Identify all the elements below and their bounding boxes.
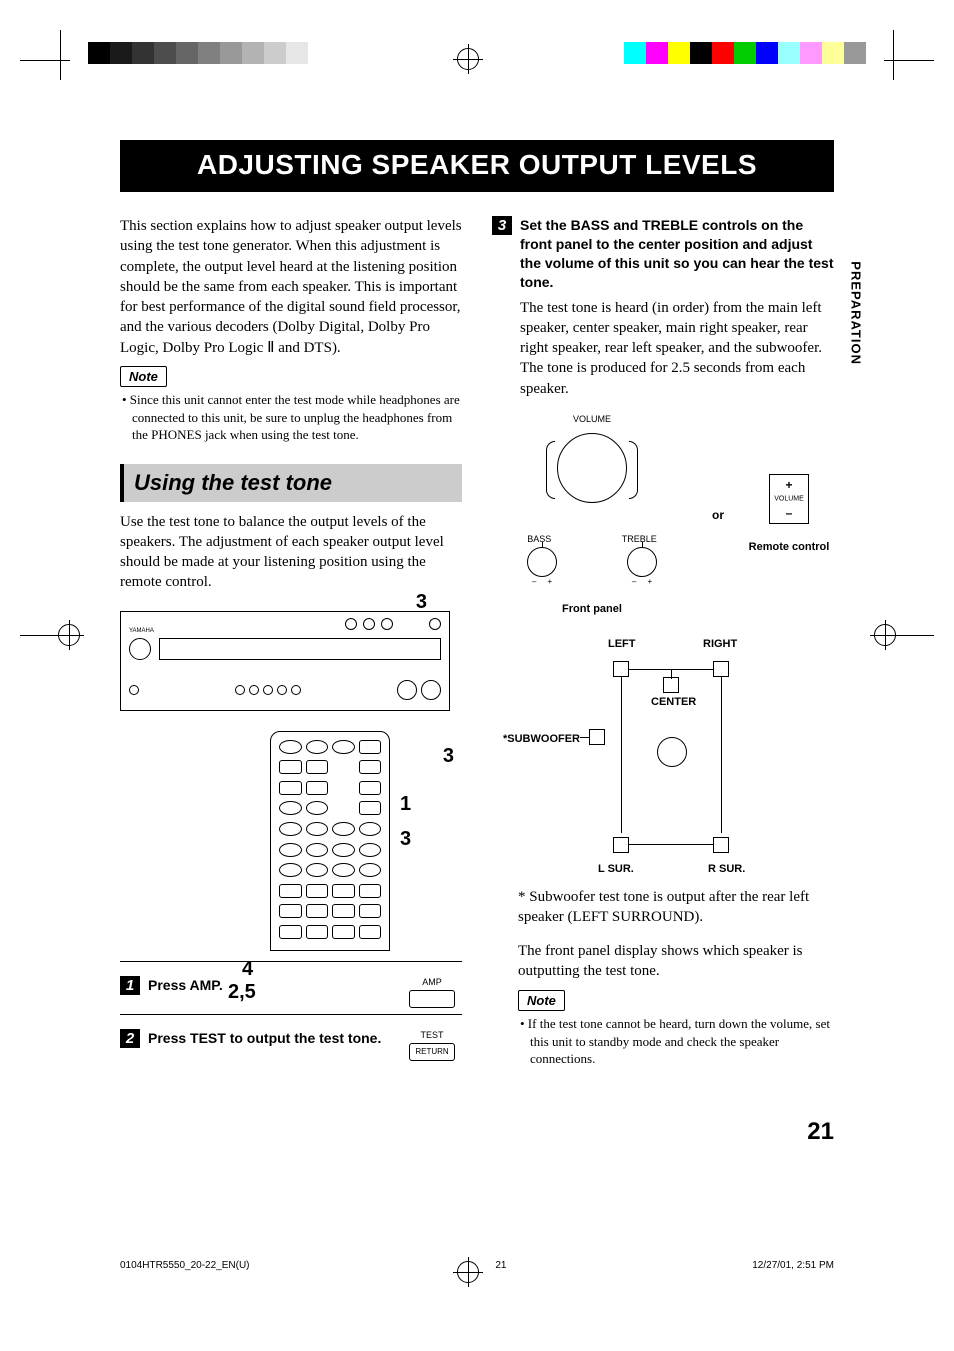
right-column: 3 Set the BASS and TREBLE controls on th…: [492, 216, 834, 1076]
page-number: 21: [807, 1118, 834, 1146]
step-1-num: 1: [120, 976, 140, 995]
callout-3-mid: 3: [443, 743, 454, 770]
note-label: Note: [120, 366, 167, 388]
note-label-2: Note: [518, 990, 565, 1012]
side-tab: PREPARATION: [849, 261, 864, 365]
step-3-num: 3: [492, 216, 512, 235]
display-note: The front panel display shows which spea…: [492, 941, 834, 982]
step-1: 1 Press AMP. AMP: [120, 976, 462, 1010]
section-intro: Use the test tone to balance the output …: [120, 512, 462, 593]
page-title: ADJUSTING SPEAKER OUTPUT LEVELS: [120, 140, 834, 192]
receiver-illustration: YAMAHA: [120, 611, 450, 711]
intro-text: This section explains how to adjust spea…: [120, 216, 462, 358]
left-column: This section explains how to adjust spea…: [120, 216, 462, 1076]
remote-illustration: [270, 731, 390, 951]
step-1-text: Press AMP.: [148, 976, 394, 995]
step-2-num: 2: [120, 1029, 140, 1048]
footer: 0104HTR5550_20-22_EN(U) 21 12/27/01, 2:5…: [120, 1260, 834, 1271]
footer-date: 12/27/01, 2:51 PM: [752, 1260, 834, 1271]
callout-1: 1: [400, 791, 411, 818]
amp-button-icon: AMP: [402, 976, 462, 1010]
section-heading: Using the test tone: [120, 464, 462, 502]
note-2: • If the test tone cannot be heard, turn…: [518, 1015, 834, 1068]
step-2-text: Press TEST to output the test tone.: [148, 1029, 394, 1048]
speaker-diagram: LEFT RIGHT CENTER *SUBWOOFER L SUR. R SU…: [523, 637, 803, 877]
callout-3-r: 3: [400, 826, 411, 853]
callout-25: 2,5: [228, 979, 256, 1006]
test-button-icon: TEST RETURN: [402, 1029, 462, 1063]
page-content: ADJUSTING SPEAKER OUTPUT LEVELS This sec…: [120, 140, 834, 1076]
footer-page: 21: [495, 1260, 506, 1271]
step-3-plain: The test tone is heard (in order) from t…: [520, 298, 834, 399]
step-3: 3 Set the BASS and TREBLE controls on th…: [492, 216, 834, 407]
step-2: 2 Press TEST to output the test tone. TE…: [120, 1029, 462, 1063]
footer-file: 0104HTR5550_20-22_EN(U): [120, 1260, 250, 1271]
footnote: * Subwoofer test tone is output after th…: [492, 887, 834, 928]
controls-illustration: VOLUME BASSTREBLE – +– + Front panel or …: [492, 413, 834, 617]
note-1: • Since this unit cannot enter the test …: [120, 391, 462, 444]
step-3-text: Set the BASS and TREBLE controls on the …: [520, 216, 834, 292]
